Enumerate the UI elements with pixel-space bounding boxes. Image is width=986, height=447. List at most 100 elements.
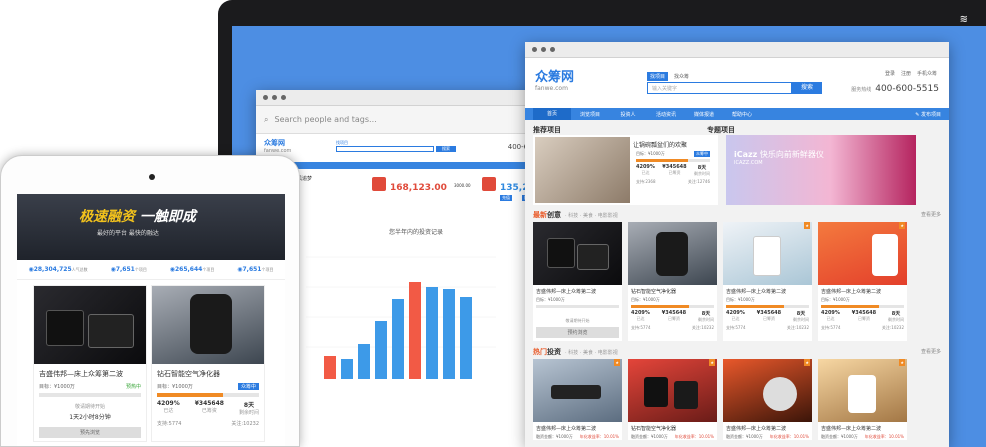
special-banner[interactable]: iCazz 快乐向前新鲜器仪 ICAZZ.COM: [726, 135, 916, 205]
more-link-new[interactable]: 查看更多: [921, 211, 941, 218]
chart-title: 您半年内的投资记录: [388, 229, 443, 236]
chart-bar: [460, 297, 472, 379]
tablet-camera: [149, 174, 155, 180]
project-image: ★: [723, 222, 812, 285]
status-badge: 众筹中: [237, 383, 259, 390]
preview-button[interactable]: 预先浏览: [39, 427, 141, 438]
featured-image: [535, 137, 630, 203]
frozen-value: 3000.00: [454, 183, 471, 188]
hero-banner[interactable]: 极速融资 一触即成 最好的平台 最快的融达: [17, 194, 285, 260]
featured-goal: 目标：¥1000万: [636, 151, 665, 156]
login-link[interactable]: 登录: [885, 70, 895, 77]
featured-fav: 关注:12746: [687, 179, 710, 184]
project-image: [34, 286, 146, 364]
tab-find-crowdfund[interactable]: 找众筹: [671, 72, 692, 81]
nav-item-media[interactable]: 媒体报道: [685, 111, 723, 118]
status-badge: 预热中: [125, 384, 141, 390]
badge-icon: ★: [804, 359, 810, 366]
project-card[interactable]: ★ 吉盛伟邦—床上众筹第二波 融资金额：¥1000万 年化收益率：10.01%: [723, 359, 812, 440]
dashboard-nav: [256, 162, 546, 169]
search-button[interactable]: 搜索: [792, 82, 822, 94]
project-card[interactable]: ★ 吉盛伟邦—床上众筹第二波 融资金额：¥1000万 年化收益率：10.01%: [818, 359, 907, 440]
project-card[interactable]: ★ 吉盛伟邦—床上众筹第二波 融资金额：¥1000万 年化收益率：10.01%: [533, 359, 622, 440]
site-header: 众筹网 fanwe.com 找项目 找众筹 输入关键字 搜索 登录 注册 手机众筹…: [525, 58, 949, 108]
register-link[interactable]: 注册: [901, 70, 911, 77]
top-links: 登录 注册 手机众筹: [885, 70, 937, 77]
investment-bar-chart: [306, 256, 496, 379]
project-card[interactable]: ★ 钻石智能空气净化器 融资金额：¥1000万 年化收益率：10.01%: [628, 359, 717, 440]
nav-item-events[interactable]: 活动资讯: [647, 111, 685, 118]
window-chrome: [525, 42, 949, 58]
project-card[interactable]: 吉盛伟邦—床上众筹第二波 目标：¥1000万 敬请期待开始 预约浏览: [533, 222, 622, 341]
section-title-special: 专题项目: [707, 125, 735, 134]
featured-title: 让锅碗瓢盆们的欢聚: [633, 142, 688, 149]
chart-bar: [409, 282, 421, 379]
wallet-icon: [372, 177, 386, 191]
special-brand: iCazz: [734, 150, 758, 159]
section-title-recommend: 推荐项目: [533, 125, 561, 134]
stat-item: ◉7,651个项目: [110, 266, 147, 273]
main-nav: 首页 浏览项目 投资人 活动资讯 媒体报道 帮助中心 ✎ 发布项目: [525, 108, 949, 120]
balance-value: 168,123.00: [390, 183, 447, 193]
chart-bar: [443, 289, 455, 379]
mobile-link[interactable]: 手机众筹: [917, 70, 937, 77]
search-input[interactable]: 输入关键字: [647, 82, 792, 94]
project-card[interactable]: ★ 吉盛伟邦—床上众筹第二波 目标：¥1000万 4209% 已达 ¥345648 已…: [723, 222, 812, 341]
dashboard-search-button[interactable]: 搜索: [436, 146, 456, 152]
nav-item-browse[interactable]: 浏览项目: [571, 111, 609, 118]
homepage-window: 众筹网 fanwe.com 找项目 找众筹 输入关键字 搜索 登录 注册 手机众筹…: [525, 42, 949, 447]
chart-bar: [426, 287, 438, 379]
platform-stats: ◉28,304,725人气总数 ◉7,651个项目 ◉265,644个项目 ◉7…: [17, 260, 285, 280]
search-tabs: 找项目 找众筹: [647, 72, 692, 81]
dashboard-main: 追风追梦 168,123.00 3000.00 135,236.00 充值 提现…: [286, 169, 546, 427]
chart-bar: [392, 299, 404, 379]
nav-item-investors[interactable]: 投资人: [609, 111, 647, 118]
dashboard-search-input[interactable]: [336, 146, 434, 152]
stat-item: ◉28,304,725人气总数: [28, 266, 88, 273]
special-title: 快乐向前新鲜器仪: [759, 150, 824, 159]
badge-icon: ★: [804, 222, 810, 229]
people-search-placeholder: Search people and tags...: [274, 115, 377, 124]
more-link-hot[interactable]: 查看更多: [921, 348, 941, 355]
hot-projects-grid: ★ 吉盛伟邦—床上众筹第二波 融资金额：¥1000万 年化收益率：10.01% ★…: [533, 359, 941, 440]
hero-headline: 极速融资 一触即成: [79, 209, 196, 225]
preview-button[interactable]: 预约浏览: [536, 327, 619, 338]
window-controls[interactable]: [532, 47, 555, 52]
project-image: ★: [818, 222, 907, 285]
dashboard-header: 众筹网fanwe.com 找项目 搜索 400-600-5: [256, 134, 546, 162]
badge-icon: ★: [899, 222, 905, 229]
window-controls[interactable]: [263, 95, 286, 100]
featured-support: 支持:2368: [636, 179, 656, 184]
stat-item: ◉7,651个项目: [237, 266, 274, 273]
nav-item-help[interactable]: 帮助中心: [723, 111, 761, 118]
nav-item-home[interactable]: 首页: [533, 108, 571, 120]
project-image: ★: [533, 359, 622, 422]
search-icon: ⌕: [264, 114, 269, 124]
project-card[interactable]: 钻石智能空气净化器 目标：¥1000万 众筹中 4209% 已达 ¥345648 已筹资…: [151, 285, 265, 442]
tablet-screen: 极速融资 一触即成 最好的平台 最快的融达 ◉28,304,725人气总数 ◉7…: [17, 194, 285, 446]
countdown: 1天2小时8分钟: [69, 414, 111, 421]
section-title-hot: 热门投资 · 科技 · 美食 · 电影影视: [533, 347, 618, 356]
people-search-bar[interactable]: ⌕ Search people and tags...: [256, 106, 546, 134]
badge-icon: ★: [899, 359, 905, 366]
featured-project-card[interactable]: 让锅碗瓢盆们的欢聚 目标：¥1000万 众筹中 4209% 已达 ¥345648 已筹…: [533, 135, 718, 205]
project-card[interactable]: 钻石智能空气净化器 目标：¥1000万 4209% 已达 ¥345648 已筹资 8天剩…: [628, 222, 717, 341]
new-projects-grid: 吉盛伟邦—床上众筹第二波 目标：¥1000万 敬请期待开始 预约浏览 钻石智能空…: [533, 222, 941, 341]
hero-subtitle: 最好的平台 最快的融达: [97, 230, 159, 237]
hotline: 服务热线 400-600-5515: [851, 84, 939, 94]
income-icon: [482, 177, 496, 191]
page-content: 推荐项目 专题项目 让锅碗瓢盆们的欢聚 目标：¥1000万 众筹中 4209% 已达…: [525, 120, 949, 447]
window-chrome: [256, 90, 546, 106]
stat-item: ◉265,644个项目: [169, 266, 215, 273]
project-image: [533, 222, 622, 285]
special-sub: ICAZZ.COM: [734, 160, 763, 166]
brand-mark-icon: ≋: [959, 14, 968, 25]
publish-project-button[interactable]: ✎ 发布项目: [915, 111, 941, 118]
badge-icon: ★: [709, 359, 715, 366]
project-card[interactable]: 吉盛伟邦—床上众筹第二波 目标：¥1000万 预热中 敬请期待开始 1天2小时8分…: [33, 285, 147, 442]
tab-find-project[interactable]: 找项目: [647, 72, 669, 81]
project-card[interactable]: ★ 吉盛伟邦—床上众筹第二波 目标：¥1000万 4209% 已达 ¥345648 已…: [818, 222, 907, 341]
badge-icon: ★: [614, 359, 620, 366]
recharge-button[interactable]: 充值: [500, 195, 512, 201]
chart-bar: [358, 344, 370, 379]
